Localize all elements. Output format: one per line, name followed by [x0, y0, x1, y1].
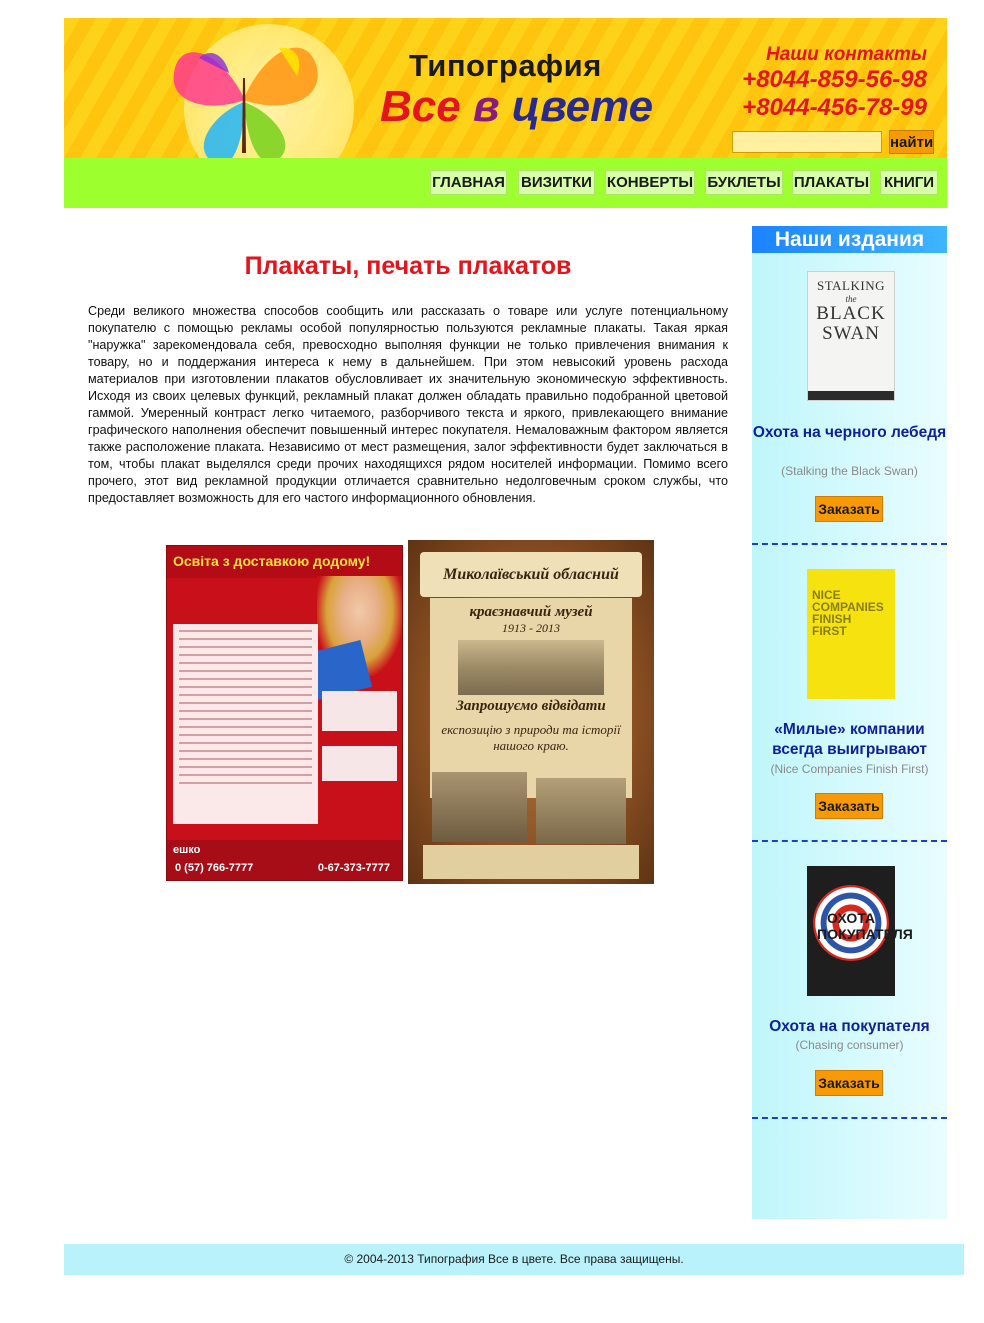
cover1-line4: SWAN — [822, 323, 880, 344]
cover3-title: ОХОТА ПОКУПАТЕЛЯ — [817, 910, 913, 942]
poster-education-image: Освіта з доставкою додому! ешко 0 (57) 7… — [166, 545, 403, 881]
sidebar-divider — [752, 840, 947, 842]
cover1-line1: STALKING — [817, 278, 885, 293]
order-button-nice-companies[interactable]: Заказать — [815, 793, 883, 819]
nav-item-business-cards[interactable]: ВИЗИТКИ — [518, 170, 595, 195]
book-cover-chasing-consumer[interactable]: ОХОТА ПОКУПАТЕЛЯ — [807, 866, 913, 996]
contacts-title: Наши контакты — [766, 44, 927, 65]
poster2-years: 1913 - 2013 — [502, 621, 560, 635]
search-button[interactable]: найти — [889, 130, 934, 154]
sidebar-divider — [752, 1117, 947, 1119]
article-text: Среди великого множества способов сообщи… — [88, 304, 728, 505]
poster2-building-photo — [458, 640, 604, 695]
sidebar-title: Наши издания — [752, 226, 947, 253]
poster2-subtitle: краєзнавчий музей — [469, 604, 593, 620]
nav-item-books[interactable]: КНИГИ — [880, 170, 938, 195]
poster1-gadget-badge — [322, 746, 397, 781]
poster2-title: Миколаївський обласний — [420, 552, 642, 597]
book-subtitle-black-swan: (Stalking the Black Swan) — [781, 464, 918, 478]
poster1-phone-right: 0-67-373-7777 — [317, 862, 390, 874]
poster1-phone-left: 0 (57) 766-7777 — [175, 862, 254, 874]
nav-item-booklets[interactable]: БУКЛЕТЫ — [705, 170, 783, 195]
book-cover-nice-companies[interactable]: NICE COMPANIES FINISH FIRST — [807, 569, 895, 699]
sidebar-publications: Наши издания STALKING the BLACK SWAN Охо… — [752, 226, 947, 1219]
page-title: Плакаты, печать плакатов — [244, 252, 572, 280]
nav-item-main[interactable]: ГЛАВНАЯ — [430, 170, 507, 195]
book-subtitle-nice-companies: (Nice Companies Finish First) — [770, 762, 929, 776]
poster1-brand: ешко — [173, 844, 201, 856]
brand-name-line1: Типография — [409, 48, 602, 83]
cover1-bottom-band — [808, 391, 894, 400]
main-nav: ГЛАВНАЯ ВИЗИТКИ КОНВЕРТЫ БУКЛЕТЫ ПЛАКАТЫ… — [64, 158, 947, 208]
brand-word-1: Все — [380, 82, 461, 131]
phone-number-1: +8044-859-56-98 — [742, 66, 927, 93]
cover2-title: NICE COMPANIES FINISH FIRST — [812, 588, 884, 638]
book-subtitle-chasing-consumer: (Chasing consumer) — [795, 1038, 904, 1052]
poster1-discount-badge — [322, 691, 397, 731]
brand-word-2: в — [472, 82, 500, 131]
site-footer: © 2004-2013 Типография Все в цвете. Все … — [64, 1244, 964, 1275]
poster2-scroll: краєзнавчий музей 1913 - 2013 Запрошуємо… — [430, 598, 632, 798]
search-input[interactable] — [732, 131, 882, 153]
book-title-chasing-consumer[interactable]: Охота на покупателя — [752, 1017, 947, 1037]
poster2-invite: Запрошуємо відвідати — [456, 698, 606, 714]
poster1-course-list — [173, 624, 318, 824]
poster2-invite-sub: експозицію з природи та історії нашого к… — [441, 722, 621, 753]
poster2-photo-right — [536, 778, 626, 844]
nav-item-posters[interactable]: ПЛАКАТЫ — [792, 170, 871, 195]
poster2-photo-left — [432, 772, 527, 842]
poster-museum-image: Миколаївський обласний краєзнавчий музей… — [408, 540, 654, 884]
book-cover-black-swan[interactable]: STALKING the BLACK SWAN — [807, 271, 895, 401]
poster1-headline: Освіта з доставкою додому! — [167, 546, 402, 578]
phone-number-2: +8044-456-78-99 — [742, 94, 927, 121]
cover1-line3: BLACK — [816, 303, 886, 324]
brand-word-3: цвете — [511, 82, 654, 131]
brand-name-line2: Все в цвете — [380, 82, 653, 132]
book-title-black-swan[interactable]: Охота на черного лебедя — [752, 423, 947, 443]
butterfly-logo-icon — [173, 47, 318, 158]
nav-item-envelopes[interactable]: КОНВЕРТЫ — [605, 170, 695, 195]
poster1-footer: ешко 0 (57) 766-7777 0-67-373-7777 — [167, 840, 402, 880]
order-button-chasing-consumer[interactable]: Заказать — [815, 1070, 883, 1096]
book-title-nice-companies[interactable]: «Милые» компании всегда выигрывают — [752, 720, 947, 760]
order-button-black-swan[interactable]: Заказать — [815, 496, 883, 522]
poster2-footer — [423, 845, 639, 879]
sidebar-divider — [752, 543, 947, 545]
site-header: Типография Все в цвете Наши контакты +80… — [64, 18, 947, 158]
